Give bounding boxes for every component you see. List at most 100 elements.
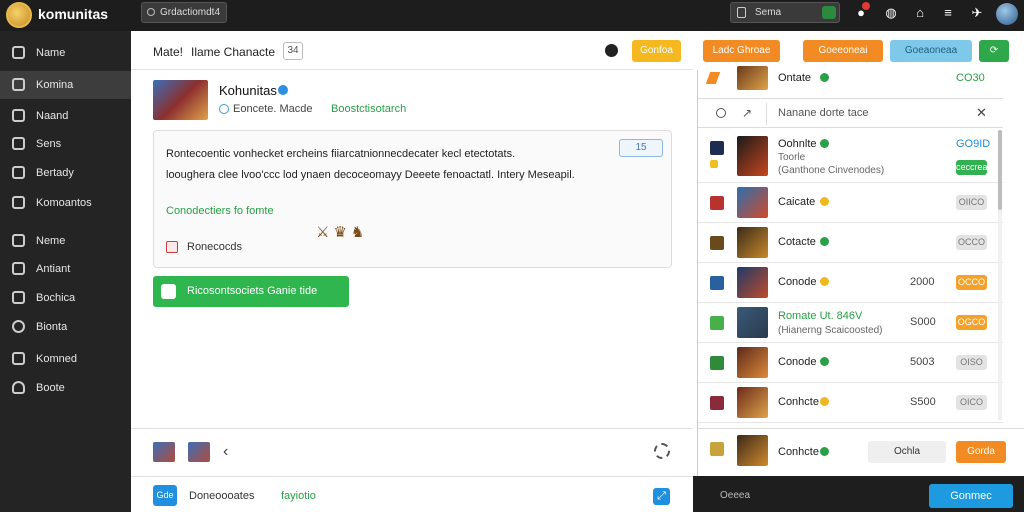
card-link[interactable]: Conodectiers fo fomte [166, 205, 274, 217]
sidebar-item-bochica[interactable]: Bochica [0, 284, 131, 312]
sidebar-item-label: Komina [36, 79, 74, 91]
panel-top-row[interactable]: Ontate CO30 [698, 66, 1008, 92]
bottom-link[interactable]: fayiotio [281, 490, 316, 502]
chevron-left-icon[interactable]: ‹ [223, 443, 228, 461]
member-name: Conode [778, 356, 817, 368]
member-name: Conode [778, 276, 817, 288]
action-button-1[interactable]: Ladc Ghroae [703, 40, 780, 62]
sidebar-item-naand[interactable]: Naand [0, 102, 131, 130]
member-subtitle: (Hianerng Scaicoosted) [778, 325, 883, 336]
refresh-icon[interactable] [654, 443, 670, 459]
action-button-2[interactable]: Goeeoneai [803, 40, 883, 62]
sidebar-item-antiant[interactable]: Antiant [0, 255, 131, 283]
search-go-button[interactable] [822, 6, 836, 19]
member-tag[interactable]: OCCO [956, 235, 987, 250]
member-thumb [737, 267, 768, 298]
card-badge[interactable]: 15 [619, 139, 663, 157]
game-icon [710, 396, 724, 410]
checkbox[interactable] [166, 241, 178, 253]
top-search-input[interactable]: Grdactiomdt4 [141, 2, 227, 23]
member-value: S500 [910, 396, 936, 408]
list-item[interactable]: Conode 2000 OCCO [698, 263, 1003, 303]
user-icon [12, 381, 25, 394]
expand-icon[interactable]: ⤢ [653, 488, 670, 505]
sidebar-item-neme[interactable]: Neme [0, 227, 131, 255]
top-search-text: Grdactiomdt4 [160, 7, 221, 18]
media-thumb-1[interactable] [153, 442, 175, 462]
confirm-button[interactable]: Gonmec [929, 484, 1013, 508]
community-meta-link[interactable]: Boostctisotarch [331, 103, 406, 115]
action-button-3[interactable]: Goeaoneaa [890, 40, 972, 62]
media-thumb-2[interactable] [188, 442, 210, 462]
sidebar-item-boote[interactable]: Boote [0, 374, 131, 402]
sidebar-item-komned[interactable]: Komned [0, 345, 131, 373]
description-line-2: looughera clee lvoo'ccc lod ynaen decoce… [166, 169, 575, 181]
description-card: Rontecoentic vonhecket ercheins fiiarcat… [153, 130, 672, 268]
box-icon [12, 109, 25, 122]
member-tag[interactable]: OCCO [956, 275, 987, 290]
sidebar-item-komoantos[interactable]: Komoantos [0, 189, 131, 217]
member-name: Conhcte [778, 446, 819, 458]
game-icon [710, 316, 724, 330]
sidebar-item-sens[interactable]: Sens [0, 130, 131, 158]
menu-icon[interactable]: ≡ [940, 5, 956, 21]
flame-icon: ↗ [742, 106, 753, 120]
game-icon [710, 276, 724, 290]
member-thumb [737, 307, 768, 338]
member-name: Oohnlte [778, 138, 817, 150]
sidebar-item-bionta[interactable]: Bionta [0, 313, 131, 341]
sidebar-item-label: Naand [36, 110, 69, 122]
primary-button[interactable]: Gorda [956, 441, 1006, 463]
home-icon[interactable]: ⌂ [912, 5, 928, 21]
sidebar-item-name[interactable]: Name [0, 39, 131, 67]
status-dot [820, 397, 829, 406]
globe-icon[interactable]: ◍ [883, 5, 899, 21]
notification-badge [862, 2, 870, 10]
info-icon [219, 104, 229, 114]
header-count-pill[interactable]: 34 [283, 42, 303, 60]
bottom-icon[interactable]: Gde [153, 485, 177, 506]
status-dot [820, 197, 829, 206]
circle-icon [12, 320, 25, 333]
plane-icon[interactable]: ✈ [969, 5, 985, 21]
panel-search[interactable]: ↗ Nanane dorte tace ✕ [698, 98, 1003, 128]
secondary-button[interactable]: Ochla [868, 441, 946, 463]
user-avatar[interactable] [996, 3, 1018, 25]
list-item[interactable]: Cotacte OCCO [698, 223, 1003, 263]
close-icon[interactable]: ✕ [976, 105, 987, 121]
game-icon [710, 442, 724, 456]
member-tag[interactable]: OGCO [956, 315, 987, 330]
member-tag[interactable]: OIICO [956, 195, 987, 210]
game-icon [710, 196, 724, 210]
content-header: Mate! Ilame Chanacte 34 Gonfoa [131, 31, 693, 70]
member-tag[interactable]: OISO [956, 355, 987, 370]
divider [766, 103, 767, 125]
location-icon [12, 166, 25, 179]
settings-icon[interactable] [605, 44, 618, 57]
member-tag[interactable]: OICO [956, 395, 987, 410]
lock-icon [737, 7, 746, 18]
member-thumb [737, 435, 768, 466]
member-value: 2000 [910, 276, 935, 288]
member-thumb [737, 387, 768, 418]
header-yellow-button[interactable]: Gonfoa [632, 40, 681, 62]
member-name: Romate Ut. 846V [778, 310, 863, 322]
sidebar-item-label: Sens [36, 138, 62, 150]
panel-scrollbar-thumb[interactable] [998, 130, 1002, 210]
list-item[interactable]: Oohnlte Toorle (Ganthone Cinvenodes) GO9… [698, 128, 1003, 183]
list-item[interactable]: Caicate OIICO [698, 183, 1003, 223]
member-tag[interactable]: ceccreat [956, 160, 990, 175]
top-search-secondary[interactable]: Sema [730, 2, 840, 23]
sidebar-item-bertady[interactable]: Bertady [0, 159, 131, 187]
refresh-button[interactable]: ⟳ [979, 40, 1009, 62]
community-poster[interactable] [153, 80, 208, 120]
flag-icon [705, 72, 721, 84]
sidebar-item-komina[interactable]: Komina [0, 71, 131, 99]
community-meta: Eoncete. Macde [233, 103, 313, 115]
app-logo[interactable] [6, 2, 32, 28]
list-item[interactable]: Conhcte S500 OICO [698, 383, 1003, 423]
search-icon [716, 108, 726, 118]
join-button[interactable]: Ricosontsociets Ganie tide [153, 276, 349, 307]
list-item[interactable]: Conode 5003 OISO [698, 343, 1003, 383]
list-item[interactable]: Romate Ut. 846V (Hianerng Scaicoosted) S… [698, 303, 1003, 343]
